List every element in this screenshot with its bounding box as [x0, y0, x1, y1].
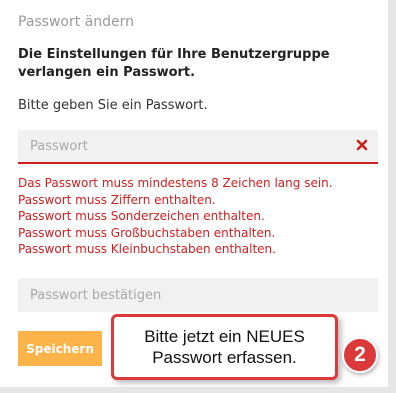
step-number-badge: 2 — [342, 337, 378, 373]
error-message: Passwort muss Sonderzeichen enthalten. — [18, 209, 265, 223]
save-button[interactable]: Speichern — [18, 331, 102, 366]
validation-error-list: Das Passwort muss mindestens 8 Zeichen l… — [18, 175, 378, 258]
password-prompt: Bitte geben Sie ein Passwort. — [18, 98, 208, 113]
panel-title: Passwort ändern — [18, 14, 135, 30]
password-field — [18, 130, 378, 164]
close-x-icon[interactable] — [355, 138, 369, 152]
error-message: Passwort muss Kleinbuchstaben enthalten. — [18, 242, 276, 256]
password-input[interactable] — [18, 130, 378, 162]
error-message: Passwort muss Großbuchstaben enthalten. — [18, 225, 276, 240]
error-message: Passwort muss Ziffern enthalten. — [18, 192, 216, 207]
confirm-password-field — [18, 278, 378, 312]
confirm-password-input[interactable] — [18, 278, 378, 312]
error-message: Das Passwort muss mindestens 8 Zeichen l… — [18, 176, 333, 190]
annotation-callout: Bitte jetzt ein NEUES Passwort erfassen. — [111, 314, 338, 380]
group-policy-notice: Die Einstellungen für Ihre Benutzergrupp… — [18, 47, 330, 80]
